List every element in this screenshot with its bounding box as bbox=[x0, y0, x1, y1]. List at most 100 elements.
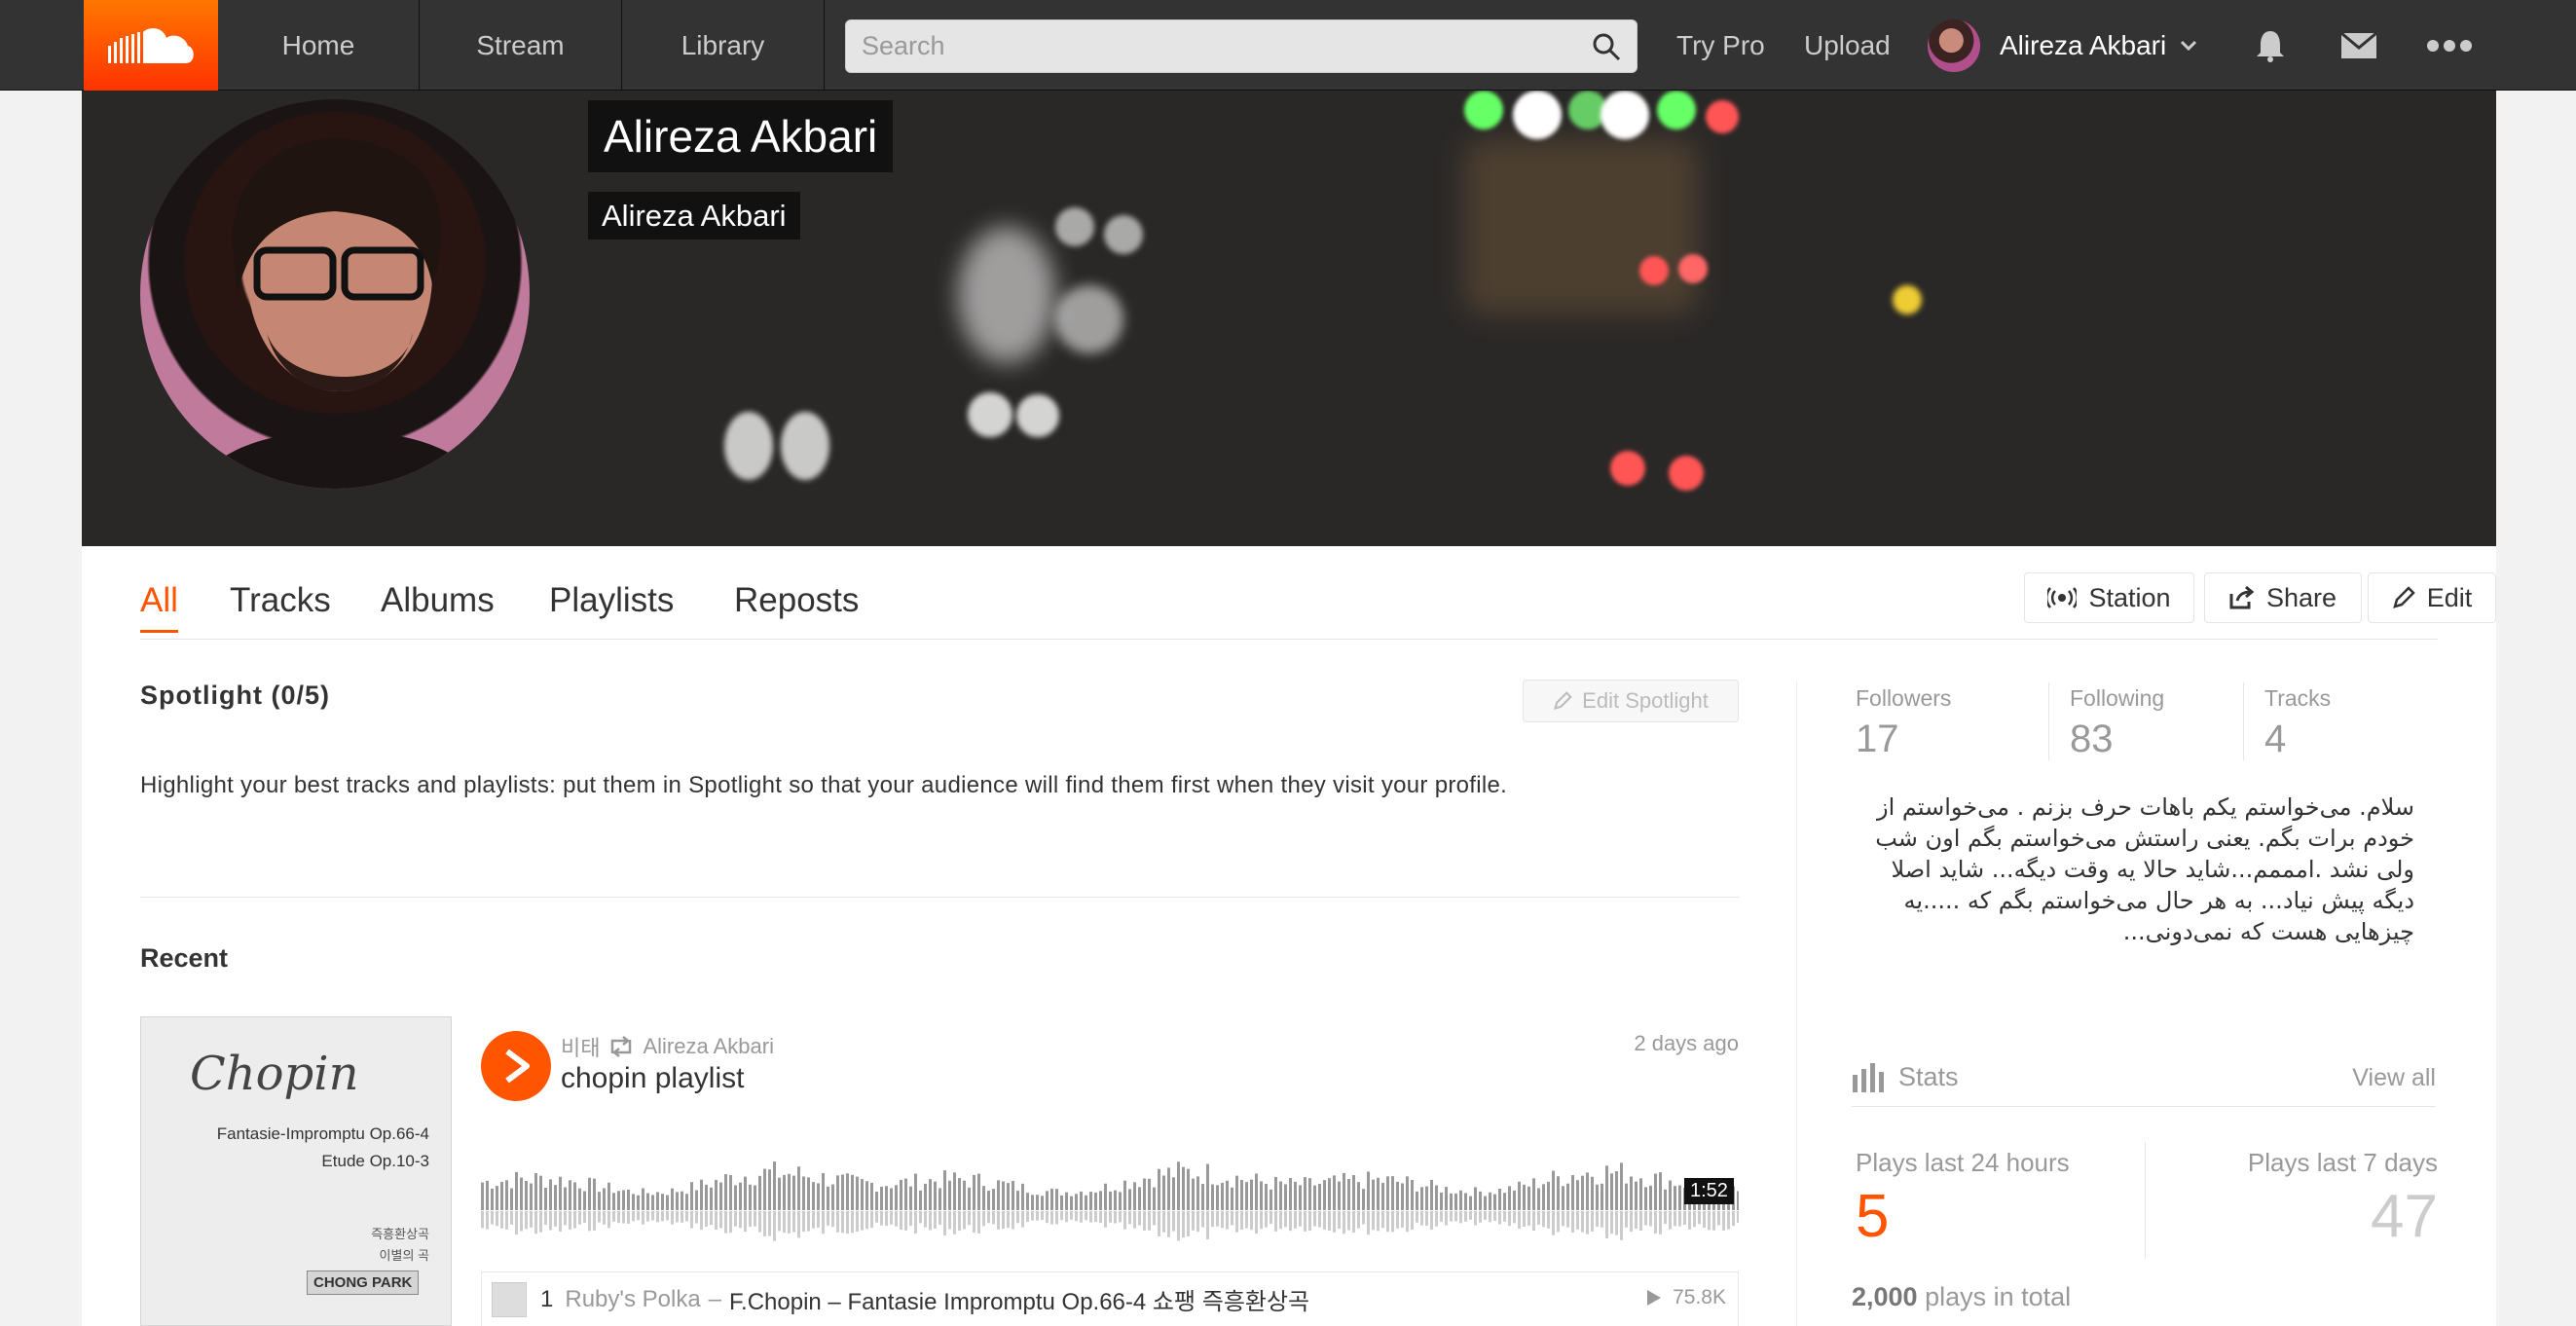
play-count-icon bbox=[1647, 1290, 1662, 1306]
waveform-bar bbox=[1070, 1196, 1073, 1210]
waveform-bar bbox=[1508, 1186, 1511, 1210]
waveform-bar-reflection bbox=[788, 1211, 791, 1234]
waveform-bar bbox=[982, 1186, 985, 1210]
profile-avatar[interactable] bbox=[140, 99, 530, 489]
waveform-bar bbox=[1615, 1170, 1618, 1210]
waveform-bar bbox=[1552, 1170, 1555, 1210]
playlist-artwork[interactable]: Chopin Fantasie-Impromptu Op.66-4 Etude … bbox=[140, 1016, 452, 1326]
waveform-bar bbox=[1104, 1183, 1107, 1210]
following-stat[interactable]: Following 83 bbox=[2070, 685, 2164, 761]
waveform-bar bbox=[1562, 1186, 1564, 1210]
mail-icon[interactable] bbox=[2340, 0, 2377, 91]
waveform-bar-reflection bbox=[1050, 1211, 1053, 1225]
user-menu[interactable]: Alireza Akbari bbox=[1928, 0, 2197, 91]
tracklist-row[interactable]: 1 Ruby's Polka – F.Chopin – Fantasie Imp… bbox=[481, 1271, 1739, 1326]
nav-stream[interactable]: Stream bbox=[420, 0, 622, 91]
waveform-bar-reflection bbox=[1693, 1211, 1696, 1228]
waveform-bar bbox=[807, 1177, 810, 1210]
waveform-bar bbox=[729, 1174, 732, 1210]
waveform-bar bbox=[642, 1188, 644, 1210]
waveform-bar bbox=[1148, 1178, 1151, 1210]
waveform-bar bbox=[768, 1169, 771, 1210]
waveform-bar-reflection bbox=[1299, 1211, 1302, 1227]
followers-stat[interactable]: Followers 17 bbox=[1856, 685, 1951, 761]
more-icon[interactable] bbox=[2426, 0, 2473, 91]
reposter-name[interactable]: Alireza Akbari bbox=[643, 1034, 774, 1059]
waveform-bar bbox=[934, 1181, 937, 1210]
tab-all[interactable]: All bbox=[140, 581, 178, 633]
waveform-bar-reflection bbox=[783, 1211, 786, 1234]
waveform-bar-reflection bbox=[807, 1211, 810, 1232]
sidebar-divider bbox=[1796, 681, 1797, 1326]
waveform-bar-reflection bbox=[1450, 1211, 1453, 1222]
waveform-bar-reflection bbox=[1148, 1211, 1151, 1231]
waveform-bar bbox=[1503, 1193, 1506, 1210]
waveform-bar bbox=[1391, 1176, 1394, 1210]
tab-tracks[interactable]: Tracks bbox=[230, 581, 331, 630]
waveform-bar-reflection bbox=[1123, 1211, 1126, 1230]
track-title[interactable]: F.Chopin – Fantasie Impromptu Op.66-4 쇼팽… bbox=[729, 1282, 1309, 1316]
poster-name[interactable]: 비태 bbox=[561, 1031, 600, 1062]
waveform-bar bbox=[963, 1180, 966, 1210]
waveform-bar bbox=[1498, 1188, 1501, 1210]
waveform-bar-reflection bbox=[1133, 1211, 1136, 1229]
waveform-bar bbox=[1226, 1180, 1229, 1210]
waveform-bar bbox=[1518, 1181, 1521, 1210]
play-button[interactable] bbox=[481, 1031, 551, 1101]
station-button[interactable]: Station bbox=[2024, 572, 2194, 623]
waveform-bar-reflection bbox=[510, 1211, 513, 1225]
search-icon[interactable] bbox=[1592, 32, 1621, 66]
waveform-bar-reflection bbox=[573, 1211, 576, 1229]
waveform-bar bbox=[520, 1177, 523, 1210]
waveform-bar bbox=[671, 1188, 674, 1210]
waveform-bar-reflection bbox=[1547, 1211, 1550, 1229]
waveform-bar bbox=[1260, 1181, 1263, 1210]
try-pro-link[interactable]: Try Pro bbox=[1676, 0, 1765, 91]
edit-button[interactable]: Edit bbox=[2368, 572, 2496, 623]
search-input[interactable] bbox=[846, 20, 1637, 72]
tracks-stat[interactable]: Tracks 4 bbox=[2264, 685, 2331, 761]
waveform-bar bbox=[700, 1179, 703, 1210]
waveform-bar bbox=[919, 1190, 922, 1210]
waveform-bar-reflection bbox=[870, 1211, 873, 1229]
waveform-bar-reflection bbox=[1610, 1211, 1613, 1234]
waveform-bar bbox=[744, 1176, 747, 1210]
waveform[interactable] bbox=[481, 1121, 1739, 1247]
waveform-bar-reflection bbox=[1654, 1211, 1657, 1234]
tab-playlists[interactable]: Playlists bbox=[549, 581, 674, 630]
soundcloud-logo[interactable] bbox=[84, 0, 218, 91]
waveform-bar-reflection bbox=[1586, 1211, 1589, 1234]
nav-library[interactable]: Library bbox=[622, 0, 825, 91]
waveform-bar bbox=[1050, 1188, 1053, 1210]
waveform-bar-reflection bbox=[1245, 1211, 1248, 1229]
waveform-bar-reflection bbox=[1162, 1211, 1165, 1233]
stats-header: Stats View all bbox=[1852, 1062, 2436, 1107]
playlist-title[interactable]: chopin playlist bbox=[561, 1062, 744, 1095]
bell-icon[interactable] bbox=[2255, 0, 2286, 91]
track-artist[interactable]: Ruby's Polka bbox=[565, 1286, 700, 1313]
waveform-bar-reflection bbox=[1192, 1211, 1195, 1231]
waveform-bar-reflection bbox=[569, 1211, 571, 1230]
waveform-bar bbox=[646, 1193, 649, 1210]
view-all-link[interactable]: View all bbox=[2352, 1064, 2436, 1092]
waveform-bar-reflection bbox=[1498, 1211, 1501, 1225]
waveform-bar bbox=[1177, 1161, 1180, 1210]
waveform-bar-reflection bbox=[1454, 1211, 1457, 1222]
waveform-bar-reflection bbox=[1737, 1211, 1739, 1224]
tab-reposts[interactable]: Reposts bbox=[734, 581, 859, 630]
waveform-bar bbox=[1274, 1176, 1277, 1210]
waveform-bar-reflection bbox=[1459, 1211, 1462, 1224]
nav-home[interactable]: Home bbox=[218, 0, 420, 91]
waveform-bar-reflection bbox=[1031, 1211, 1034, 1221]
waveform-bar bbox=[1182, 1166, 1185, 1210]
tab-albums[interactable]: Albums bbox=[381, 581, 495, 630]
waveform-bar bbox=[1523, 1184, 1526, 1210]
share-button[interactable]: Share bbox=[2204, 572, 2362, 623]
waveform-bar bbox=[612, 1193, 615, 1210]
waveform-bar-reflection bbox=[505, 1211, 508, 1230]
waveform-bar bbox=[929, 1179, 932, 1210]
waveform-bar-reflection bbox=[539, 1211, 542, 1233]
upload-link[interactable]: Upload bbox=[1804, 0, 1891, 91]
edit-spotlight-button[interactable]: Edit Spotlight bbox=[1523, 680, 1739, 722]
waveform-bar bbox=[1046, 1191, 1049, 1210]
